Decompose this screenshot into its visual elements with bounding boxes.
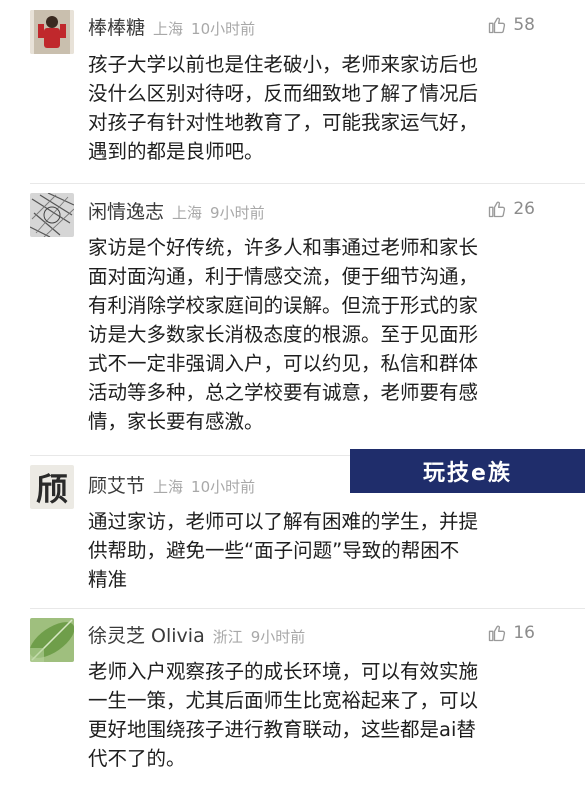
watermark-logo: 玩技e族: [350, 449, 585, 493]
user-avatar[interactable]: 颀: [30, 465, 74, 509]
username-text[interactable]: 徐灵芝 Olivia: [88, 625, 205, 647]
comment-line: 没什么区别对待呀，反而细致地了解了情况后: [88, 82, 479, 105]
comment-line: 老师入户观察孩子的成长环境，可以有效实施: [88, 660, 479, 683]
username[interactable]: 闲情逸志 上海 9小时前: [88, 197, 265, 224]
comment-line: 情，家长要有感激。: [88, 410, 264, 433]
timestamp: 9小时前: [250, 628, 306, 646]
comment-text: 孩子大学以前也是住老破小，老师来家访后也 没什么区别对待呀，反而细致地了解了情况…: [88, 50, 528, 166]
username[interactable]: 顾艾节 上海 10小时前: [88, 471, 255, 498]
like-button[interactable]: 16: [487, 623, 535, 643]
username-text[interactable]: 棒棒糖: [88, 17, 145, 39]
comment-line: 对孩子有针对性地教育了，可能我家运气好，: [88, 111, 479, 134]
like-count: 58: [513, 15, 535, 35]
user-avatar[interactable]: [30, 618, 74, 662]
comment-line: 代不了的。: [88, 747, 186, 770]
comment-line: 通过家访，老师可以了解有困难的学生，并提: [88, 510, 479, 533]
comment-line: 面对面沟通，利于情感交流，便于细节沟通，: [88, 265, 479, 288]
comment-line: 家访是个好传统，许多人和事通过老师和家长: [88, 236, 479, 259]
username[interactable]: 徐灵芝 Olivia 浙江 9小时前: [88, 621, 305, 648]
user-avatar[interactable]: [30, 10, 74, 54]
comment-line: 遇到的都是良师吧。: [88, 140, 264, 163]
timestamp: 10小时前: [191, 478, 256, 496]
comment-line: 精准: [88, 568, 128, 591]
username-text[interactable]: 顾艾节: [88, 475, 145, 497]
comment-text: 通过家访，老师可以了解有困难的学生，并提 供帮助，避免一些“面子问题”导致的帮困…: [88, 507, 528, 594]
sketch-avatar-icon: [30, 193, 74, 237]
calligraphy-avatar-icon: 颀: [35, 470, 68, 508]
thumbs-up-icon: [489, 625, 506, 642]
comment-line: 有利消除学校家庭间的误解。但流于形式的家: [88, 294, 479, 317]
divider: [30, 455, 350, 456]
comment-line: 供帮助，避免一些“面子问题”导致的帮困不: [88, 539, 460, 562]
timestamp: 9小时前: [210, 204, 265, 222]
location: 浙江: [212, 628, 243, 646]
like-count: 16: [513, 623, 535, 643]
thumbs-up-icon: [489, 17, 506, 34]
comment-line: 式不一定非强调入户，可以约见，私信和群体: [88, 352, 479, 375]
like-button[interactable]: 58: [487, 15, 535, 35]
username[interactable]: 棒棒糖 上海 10小时前: [88, 13, 255, 40]
username-text[interactable]: 闲情逸志: [88, 201, 164, 223]
divider: [30, 608, 585, 609]
like-button[interactable]: 26: [487, 199, 535, 219]
timestamp: 10小时前: [191, 20, 256, 38]
red-figure-avatar-icon: [30, 10, 74, 54]
comment-line: 访是大多数家长消极态度的根源。至于见面形: [88, 323, 479, 346]
thumbs-up-icon: [489, 201, 506, 218]
leaf-avatar-icon: [30, 618, 74, 662]
comment-line: 活动等多种，总之学校要有诚意，老师要有感: [88, 381, 479, 404]
comment-line: 孩子大学以前也是住老破小，老师来家访后也: [88, 53, 479, 76]
divider: [30, 183, 585, 184]
location: 上海: [153, 20, 184, 38]
comment-text: 家访是个好传统，许多人和事通过老师和家长 面对面沟通，利于情感交流，便于细节沟通…: [88, 233, 528, 436]
comment-text: 老师入户观察孩子的成长环境，可以有效实施 一生一策，尤其后面师生比宽裕起来了，可…: [88, 657, 528, 773]
user-avatar[interactable]: [30, 193, 74, 237]
like-count: 26: [513, 199, 535, 219]
location: 上海: [172, 204, 203, 222]
comment-line: 更好地围绕孩子进行教育联动，这些都是ai替: [88, 718, 476, 741]
location: 上海: [153, 478, 184, 496]
comment-line: 一生一策，尤其后面师生比宽裕起来了，可以: [88, 689, 479, 712]
